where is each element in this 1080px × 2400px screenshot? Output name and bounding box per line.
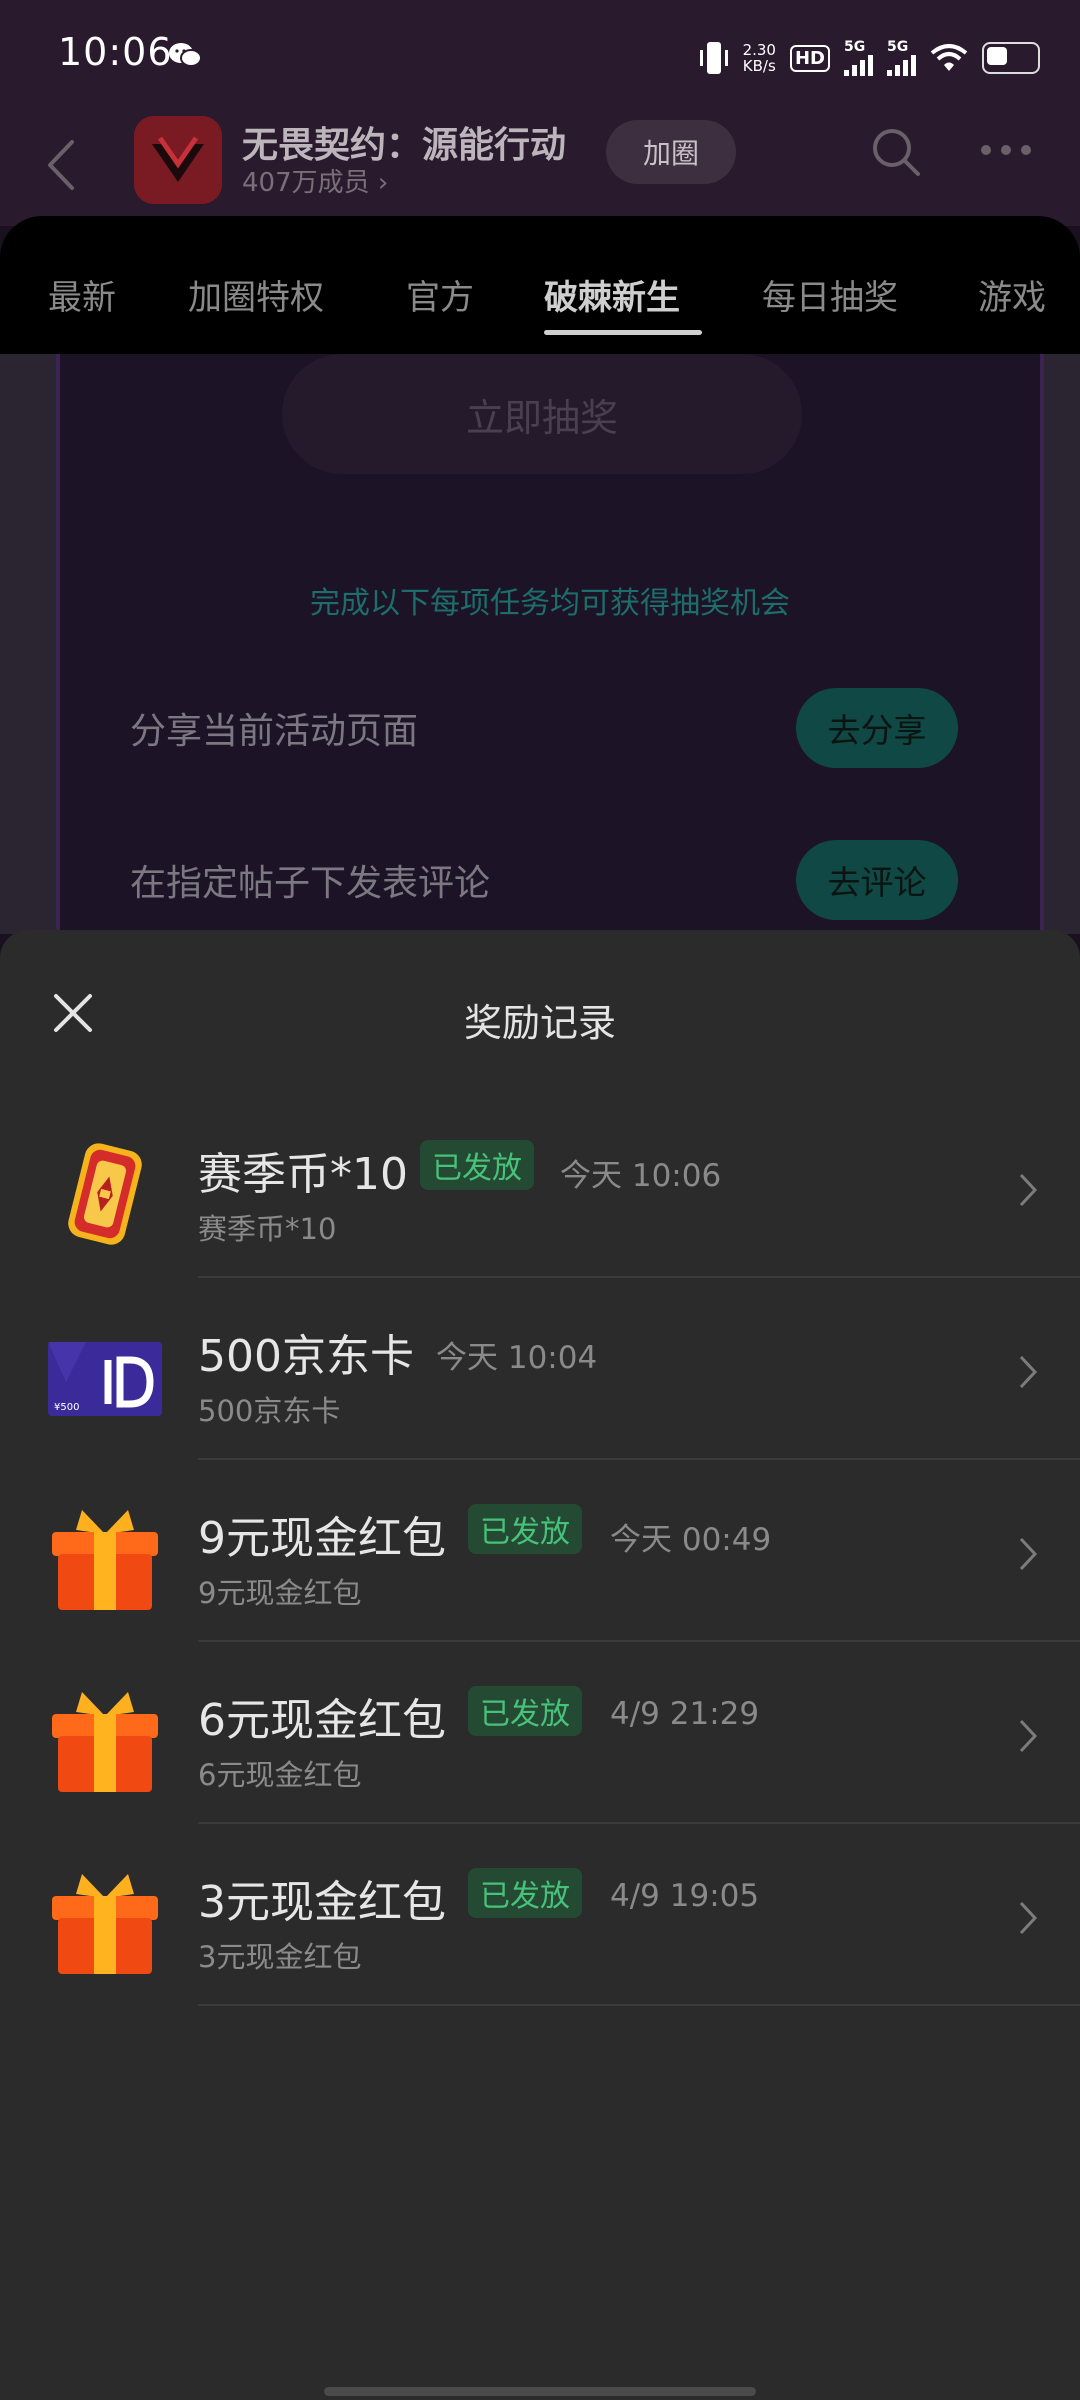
hd-badge: HD <box>789 44 830 72</box>
chevron-right-icon: › <box>377 168 389 198</box>
reward-record-item[interactable]: 9元现金红包 已发放 今天 00:49 9元现金红包 <box>0 1460 1080 1642</box>
share-button[interactable]: 去分享 <box>796 688 958 768</box>
join-button[interactable]: 加圈 <box>606 120 736 184</box>
net-speed: 2.30 KB/s <box>743 42 776 74</box>
status-badge: 已发放 <box>468 1686 582 1736</box>
member-count-text: 407万成员 <box>242 168 370 198</box>
signal-1: 5G <box>844 40 873 76</box>
reward-record-item[interactable]: 6元现金红包 已发放 4/9 21:29 6元现金红包 <box>0 1642 1080 1824</box>
gift-box-icon <box>52 1510 158 1610</box>
tab-rebirth[interactable]: 破棘新生 <box>544 270 680 319</box>
status-badge: 已发放 <box>468 1504 582 1554</box>
valorant-logo-icon <box>134 116 222 204</box>
record-subtitle: 3元现金红包 <box>198 1940 362 1974</box>
task-hint: 完成以下每项任务均可获得抽奖机会 <box>310 586 790 621</box>
chevron-right-icon <box>1019 1355 1038 1389</box>
chevron-right-icon <box>1019 1537 1038 1571</box>
reward-record-item[interactable]: ¥500 500京东卡 今天 10:04 500京东卡 <box>0 1278 1080 1460</box>
chevron-right-icon <box>1019 1173 1038 1207</box>
record-time: 今天 00:49 <box>610 1522 772 1558</box>
back-icon[interactable] <box>42 134 82 196</box>
reward-record-item[interactable]: 3元现金红包 已发放 4/9 19:05 3元现金红包 <box>0 1824 1080 2006</box>
signal-bars-icon <box>844 54 873 76</box>
sheet-title: 奖励记录 <box>463 1001 616 1045</box>
jd-card-icon: ¥500 <box>48 1342 162 1416</box>
chevron-right-icon <box>1019 1719 1038 1753</box>
signal-1-label: 5G <box>844 39 866 55</box>
reward-record-item[interactable]: 赛季币*10 已发放 今天 10:06 赛季币*10 <box>0 1096 1080 1278</box>
tab-daily-lottery[interactable]: 每日抽奖 <box>762 270 898 319</box>
home-indicator[interactable] <box>324 2387 756 2396</box>
record-subtitle: 赛季币*10 <box>198 1212 337 1246</box>
record-name: 6元现金红包 <box>198 1695 446 1746</box>
wifi-icon <box>930 44 968 71</box>
gift-box-icon <box>52 1874 158 1974</box>
record-subtitle: 9元现金红包 <box>198 1576 362 1610</box>
comment-button[interactable]: 去评论 <box>796 840 958 920</box>
reward-record-sheet: 奖励记录 赛季币*10 已发放 今天 10:06 赛季币*10 ¥500 500 <box>0 930 1080 2400</box>
chevron-right-icon <box>1019 1901 1038 1935</box>
status-badge: 已发放 <box>420 1140 534 1190</box>
signal-2-label: 5G <box>887 39 909 55</box>
record-subtitle: 6元现金红包 <box>198 1758 362 1792</box>
task-comment-label: 在指定帖子下发表评论 <box>130 863 491 904</box>
circle-logo[interactable] <box>134 116 222 204</box>
circle-title: 无畏契约：源能行动 <box>242 125 567 166</box>
record-time: 4/9 19:05 <box>610 1878 760 1914</box>
record-time: 今天 10:04 <box>436 1340 598 1376</box>
status-bar: 10:06 2.30 KB/s HD 5G 5G <box>0 0 1080 116</box>
search-icon[interactable] <box>870 126 922 178</box>
task-share-label: 分享当前活动页面 <box>130 711 419 752</box>
season-coin-icon <box>68 1143 142 1245</box>
status-time: 10:06 <box>58 30 173 74</box>
tab-latest[interactable]: 最新 <box>48 270 116 319</box>
status-icons: 2.30 KB/s HD 5G 5G <box>699 34 1040 82</box>
tab-game[interactable]: 游戏 <box>978 270 1046 319</box>
tab-active-indicator <box>544 330 702 335</box>
activity-card: 立即抽奖 完成以下每项任务均可获得抽奖机会 分享当前活动页面 去分享 在指定帖子… <box>56 354 1044 934</box>
record-subtitle: 500京东卡 <box>198 1394 341 1428</box>
wechat-icon <box>169 43 202 67</box>
tab-official[interactable]: 官方 <box>406 270 474 319</box>
signal-bars-icon <box>887 54 916 76</box>
gift-box-icon <box>52 1692 158 1792</box>
member-count[interactable]: 407万成员 › <box>242 162 388 199</box>
draw-now-button[interactable]: 立即抽奖 <box>282 354 802 474</box>
record-name: 500京东卡 <box>198 1331 414 1382</box>
vibrate-icon <box>699 42 728 74</box>
more-icon[interactable] <box>978 138 1034 162</box>
jd-card-amount: ¥500 <box>54 1402 79 1413</box>
record-name: 赛季币*10 <box>198 1149 408 1200</box>
circle-header: 无畏契约：源能行动 407万成员 › 加圈 <box>0 116 1080 226</box>
net-speed-unit: KB/s <box>742 57 776 75</box>
tab-join-privilege[interactable]: 加圈特权 <box>188 270 324 319</box>
battery-icon <box>982 42 1040 74</box>
record-time: 今天 10:06 <box>560 1158 722 1194</box>
signal-2: 5G <box>887 40 916 76</box>
record-name: 9元现金红包 <box>198 1513 446 1564</box>
record-name: 3元现金红包 <box>198 1877 446 1928</box>
net-speed-value: 2.30 <box>742 41 776 59</box>
divider <box>198 2004 1080 2006</box>
tab-bar: 最新 加圈特权 官方 破棘新生 每日抽奖 游戏 <box>0 216 1080 354</box>
record-time: 4/9 21:29 <box>610 1696 760 1732</box>
status-badge: 已发放 <box>468 1868 582 1918</box>
